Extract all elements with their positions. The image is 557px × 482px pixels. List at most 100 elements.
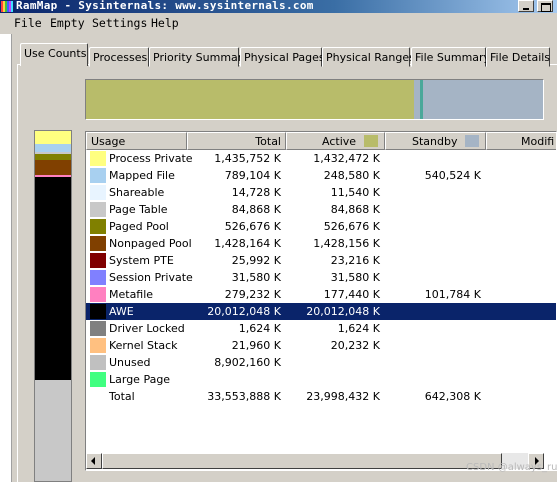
use-count-vertical-bar — [34, 130, 72, 482]
table-row[interactable]: Nonpaged Pool 1,428,164 K 1,428,156 K — [86, 235, 556, 252]
tab-label: Physical Pages — [244, 51, 325, 64]
table-row[interactable]: Session Private 31,580 K 31,580 K — [86, 269, 556, 286]
table-row[interactable]: Shareable 14,728 K 11,540 K — [86, 184, 556, 201]
standby-color-swatch — [465, 135, 480, 147]
use-counts-table: Usage Total Active Standby Modifi Proces… — [85, 131, 557, 471]
column-header-active[interactable]: Active — [286, 132, 385, 150]
column-label: Total — [255, 135, 281, 148]
active-memory-segment — [86, 80, 414, 119]
vbar-nonpaged-pool — [35, 160, 71, 175]
tab-file-details[interactable]: File Details — [486, 47, 550, 67]
usage-color-swatch — [90, 287, 106, 302]
vbar-unused — [35, 380, 71, 481]
table-row[interactable]: Page Table 84,868 K 84,868 K — [86, 201, 556, 218]
active-color-swatch — [364, 135, 379, 147]
tab-processes[interactable]: Processes — [89, 47, 149, 67]
cell-total: 14,728 K — [231, 186, 281, 199]
usage-color-swatch — [90, 270, 106, 285]
cell-active: 20,012,048 K — [306, 305, 380, 318]
tab-label: Priority Summary — [153, 51, 249, 64]
usage-color-swatch — [90, 219, 106, 234]
maximize-button[interactable] — [537, 0, 553, 12]
table-row[interactable]: Driver Locked 1,624 K 1,624 K — [86, 320, 556, 337]
cell-total: 33,553,888 K — [207, 390, 281, 403]
tab-file-summary[interactable]: File Summary — [411, 47, 490, 67]
cell-usage: Unused — [109, 356, 151, 369]
column-label: Active — [322, 135, 357, 148]
scrollbar-thumb[interactable] — [102, 453, 502, 469]
tab-label: File Summary — [415, 51, 491, 64]
column-header-standby[interactable]: Standby — [385, 132, 486, 150]
column-label: Usage — [91, 135, 126, 148]
cell-active: 177,440 K — [323, 288, 380, 301]
window-title: RamMap - Sysinternals: www.sysinternals.… — [16, 0, 314, 12]
tab-priority-summary[interactable]: Priority Summary — [149, 47, 249, 67]
cell-active: 84,868 K — [330, 203, 380, 216]
background-window-edge — [0, 34, 12, 482]
cell-active: 526,676 K — [323, 220, 380, 233]
total-row[interactable]: Total 33,553,888 K 23,998,432 K 642,308 K — [86, 388, 556, 405]
table-row[interactable]: Paged Pool 526,676 K 526,676 K — [86, 218, 556, 235]
table-row[interactable]: Large Page — [86, 371, 556, 388]
usage-color-swatch — [90, 338, 106, 353]
cell-total: 25,992 K — [231, 254, 281, 267]
tab-label: Use Counts — [24, 47, 87, 60]
vbar-mapped-file — [35, 144, 71, 152]
column-label: Modifi — [521, 135, 555, 148]
usage-color-swatch — [90, 185, 106, 200]
cell-active: 31,580 K — [330, 271, 380, 284]
scroll-left-button[interactable] — [86, 453, 102, 469]
column-label: Standby — [412, 135, 458, 148]
cell-total: 1,435,752 K — [214, 152, 281, 165]
cell-total: 8,902,160 K — [214, 356, 281, 369]
tab-label: Processes — [93, 51, 148, 64]
tab-physical-ranges[interactable]: Physical Ranges — [322, 47, 415, 67]
vbar-process-private — [35, 131, 71, 144]
cell-usage: Process Private — [109, 152, 193, 165]
cell-usage: System PTE — [109, 254, 174, 267]
column-header-modified[interactable]: Modifi — [486, 132, 556, 150]
menu-empty[interactable]: Empty — [50, 16, 85, 30]
cell-total: 21,960 K — [231, 339, 281, 352]
table-row[interactable]: Mapped File 789,104 K 248,580 K 540,524 K — [86, 167, 556, 184]
memory-usage-bar — [85, 79, 544, 120]
usage-color-swatch — [90, 321, 106, 336]
menu-settings[interactable]: Settings — [92, 16, 147, 30]
rammap-app-icon — [1, 1, 13, 12]
cell-usage: Page Table — [109, 203, 168, 216]
table-row[interactable]: AWE 20,012,048 K 20,012,048 K — [86, 303, 556, 320]
usage-color-swatch — [90, 372, 106, 387]
menu-help[interactable]: Help — [151, 16, 179, 30]
table-row[interactable]: Process Private 1,435,752 K 1,432,472 K — [86, 150, 556, 167]
column-header-usage[interactable]: Usage — [86, 132, 187, 150]
table-row[interactable]: Kernel Stack 21,960 K 20,232 K — [86, 337, 556, 354]
cell-active: 1,624 K — [337, 322, 380, 335]
cell-usage: Mapped File — [109, 169, 175, 182]
usage-color-swatch — [90, 151, 106, 166]
cell-total: 31,580 K — [231, 271, 281, 284]
modified-memory-segment — [420, 80, 423, 119]
cell-total: 1,624 K — [238, 322, 281, 335]
cell-total: 789,104 K — [224, 169, 281, 182]
table-row[interactable]: Unused 8,902,160 K — [86, 354, 556, 371]
cell-standby: 540,524 K — [424, 169, 481, 182]
tab-use-counts[interactable]: Use Counts — [20, 43, 88, 66]
tab-physical-pages[interactable]: Physical Pages — [240, 47, 325, 67]
column-header-total[interactable]: Total — [187, 132, 286, 150]
usage-color-swatch — [90, 355, 106, 370]
menu-file[interactable]: File — [14, 16, 42, 30]
cell-total: 279,232 K — [224, 288, 281, 301]
cell-usage: Large Page — [109, 373, 171, 386]
table-row[interactable]: System PTE 25,992 K 23,216 K — [86, 252, 556, 269]
cell-usage: Nonpaged Pool — [109, 237, 192, 250]
usage-color-swatch — [90, 253, 106, 268]
cell-usage: Driver Locked — [109, 322, 185, 335]
cell-standby: 642,308 K — [424, 390, 481, 403]
minimize-button[interactable] — [518, 0, 534, 12]
table-row[interactable]: Metafile 279,232 K 177,440 K 101,784 K — [86, 286, 556, 303]
cell-active: 1,428,156 K — [313, 237, 380, 250]
cell-standby: 101,784 K — [424, 288, 481, 301]
cell-usage: Kernel Stack — [109, 339, 178, 352]
cell-total: 84,868 K — [231, 203, 281, 216]
cell-active: 23,216 K — [330, 254, 380, 267]
